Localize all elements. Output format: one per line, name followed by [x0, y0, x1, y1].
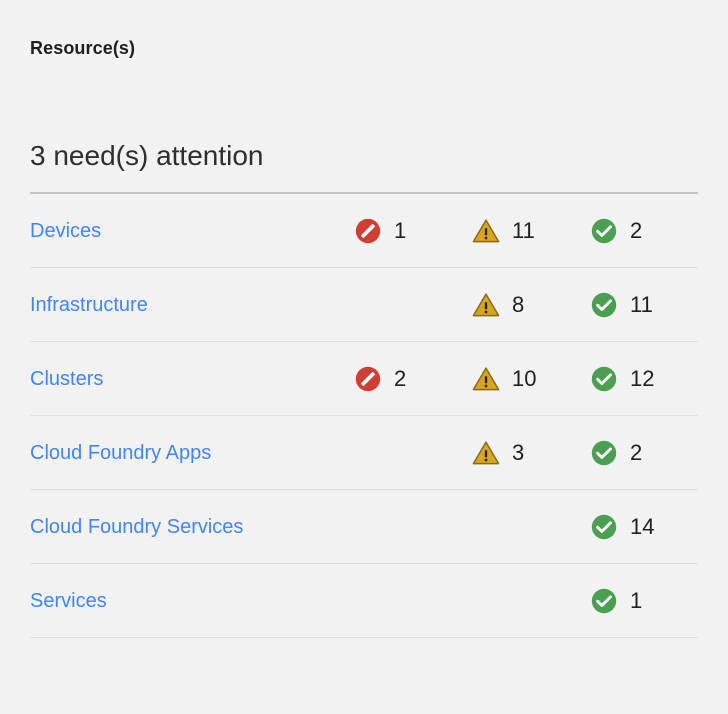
table-row: Services 1	[30, 564, 698, 638]
status-cell-warning[interactable]: 3	[472, 416, 590, 489]
status-count-ok: 1	[630, 587, 643, 613]
check-circle-icon	[590, 439, 618, 467]
table-row: Clusters 2 10 12	[30, 342, 698, 416]
table-row: Devices 1 11 2	[30, 194, 698, 268]
status-cell-ok[interactable]: 11	[590, 268, 698, 341]
status-count-ok: 14	[630, 513, 655, 539]
status-count-warning: 10	[512, 365, 537, 391]
status-cell-warning[interactable]: 11	[472, 194, 590, 267]
status-cell-ok[interactable]: 2	[590, 194, 698, 267]
warning-triangle-icon	[472, 291, 500, 319]
status-cell-ok[interactable]: 2	[590, 416, 698, 489]
check-circle-icon	[590, 291, 618, 319]
status-count-warning: 3	[512, 439, 525, 465]
resources-panel: Resource(s) 3 need(s) attention Devices 1…	[0, 0, 728, 714]
status-count-critical: 1	[394, 217, 407, 243]
status-count-ok: 11	[630, 291, 653, 317]
status-count-ok: 2	[630, 217, 643, 243]
status-cell-warning[interactable]: 10	[472, 342, 590, 415]
check-circle-icon	[590, 365, 618, 393]
status-cell-critical	[354, 416, 472, 489]
resource-link-clusters[interactable]: Clusters	[30, 366, 354, 392]
status-cell-warning	[472, 564, 590, 637]
table-row: Infrastructure 8 11	[30, 268, 698, 342]
status-count-ok: 2	[630, 439, 643, 465]
resource-link-cloud-foundry-apps[interactable]: Cloud Foundry Apps	[30, 440, 354, 466]
resource-link-services[interactable]: Services	[30, 588, 354, 614]
status-count-warning: 11	[512, 217, 535, 243]
attention-heading: 3 need(s) attention	[30, 140, 264, 171]
warning-triangle-icon	[472, 365, 500, 393]
check-circle-icon	[590, 217, 618, 245]
table-body: Devices 1 11 2 Infrastructure 8 11 Clusters 2 10 1…	[30, 194, 698, 638]
resource-link-cloud-foundry-services[interactable]: Cloud Foundry Services	[30, 514, 354, 540]
no-entry-icon	[354, 217, 382, 245]
table-row: Cloud Foundry Services 14	[30, 490, 698, 564]
status-count-ok: 12	[630, 365, 655, 391]
resource-status-table: Devices 1 11 2 Infrastructure 8 11 Clusters 2 10 1…	[30, 192, 698, 638]
page-title: Resource(s)	[30, 38, 136, 58]
status-cell-critical	[354, 564, 472, 637]
resource-link-infrastructure[interactable]: Infrastructure	[30, 292, 354, 318]
status-cell-critical[interactable]: 1	[354, 194, 472, 267]
no-entry-icon	[354, 365, 382, 393]
status-cell-ok[interactable]: 14	[590, 490, 698, 563]
warning-triangle-icon	[472, 217, 500, 245]
status-count-critical: 2	[394, 365, 407, 391]
status-cell-warning[interactable]: 8	[472, 268, 590, 341]
check-circle-icon	[590, 587, 618, 615]
status-cell-ok[interactable]: 1	[590, 564, 698, 637]
resource-link-devices[interactable]: Devices	[30, 218, 354, 244]
status-cell-ok[interactable]: 12	[590, 342, 698, 415]
status-cell-critical	[354, 268, 472, 341]
warning-triangle-icon	[472, 439, 500, 467]
status-cell-critical[interactable]: 2	[354, 342, 472, 415]
table-row: Cloud Foundry Apps 3 2	[30, 416, 698, 490]
status-count-warning: 8	[512, 291, 525, 317]
status-cell-warning	[472, 490, 590, 563]
status-cell-critical	[354, 490, 472, 563]
check-circle-icon	[590, 513, 618, 541]
